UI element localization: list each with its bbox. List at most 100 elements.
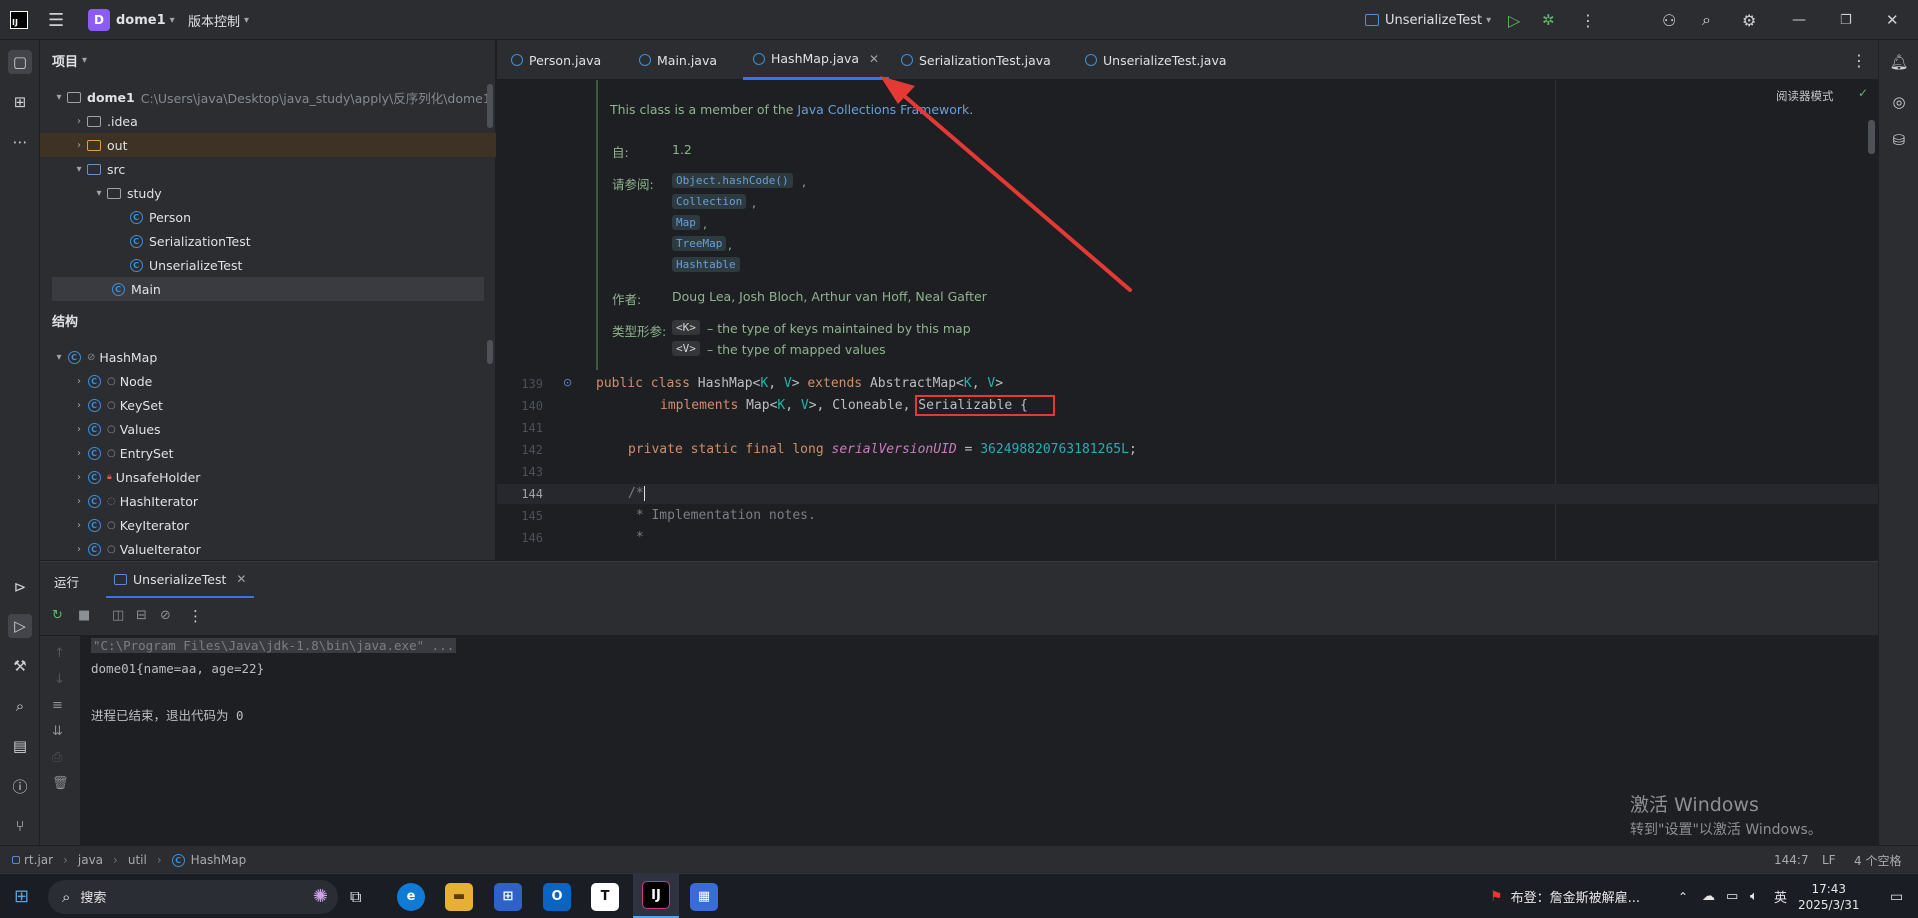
reader-mode-toggle[interactable]: 阅读器模式 [1776,88,1834,104]
breadcrumb-item[interactable]: rt.jar [24,853,53,867]
outlook-icon[interactable]: O [543,882,571,911]
tab-hashmap[interactable]: HashMap.java ✕ [743,40,890,80]
structure-item-entryset[interactable]: › C ○ EntrySet [42,441,492,465]
chevron-up-icon[interactable]: ⌃ [1678,874,1688,918]
minimize-icon[interactable]: — [1792,0,1806,40]
tab-main[interactable]: Main.java [639,40,717,80]
more-horizontal-icon[interactable]: ⋯ [8,130,32,154]
structure-scrollbar[interactable] [487,340,493,364]
code-line-146[interactable]: * [628,530,644,545]
tab-person[interactable]: Person.java [511,40,601,80]
calculator-icon[interactable]: ▦ [690,882,718,911]
ime-indicator[interactable]: 英 [1774,874,1787,918]
network-icon[interactable]: ☁︎ [1702,874,1715,918]
caret-position[interactable]: 144:7 [1774,846,1809,874]
add-user-icon[interactable]: ⚇ [1662,0,1676,40]
restore-layout-icon[interactable]: ⊟ [136,608,147,623]
doc-link[interactable]: Java Collections Framework [797,102,969,117]
project-panel-header[interactable]: 项目 ▾ [52,48,87,72]
gear-icon[interactable]: ⚙ [1742,0,1756,40]
services-icon[interactable]: ⊳ [8,575,32,599]
tab-unserializetest[interactable]: UnserializeTest.java [1085,40,1227,80]
pin-icon[interactable]: ⊘ [160,608,171,623]
edge-icon[interactable]: e [397,882,425,911]
project-switcher[interactable]: D dome1 ▾ [88,0,175,40]
structure-tool-icon[interactable]: ⊞ [8,90,32,114]
close-icon[interactable]: ✕ [1886,0,1899,40]
file-explorer-icon[interactable]: ▬ [445,882,473,911]
git-icon[interactable]: ⑂ [8,814,32,838]
build-icon[interactable]: ⚒ [8,654,32,678]
tree-item-idea[interactable]: › .idea [42,109,492,133]
doc-ref-chip[interactable]: TreeMap [672,236,727,251]
search-icon[interactable]: ⌕ [1702,0,1711,40]
notification-center-icon[interactable]: ▭ [1890,874,1903,918]
tree-item-out[interactable]: › out [40,133,496,157]
display-icon[interactable]: ▭ [1726,874,1738,918]
run-tool-icon[interactable]: ▷ [8,614,32,638]
problems-icon[interactable]: ⓘ [8,774,32,798]
structure-item-node[interactable]: › C ○ Node [42,369,492,393]
news-widget[interactable]: ⚑ 布登：詹金斯被解雇... [1490,874,1640,918]
windows-start-icon[interactable]: ⊞ [14,874,29,918]
project-scrollbar[interactable] [487,84,493,128]
tree-item-src[interactable]: ▾ src [42,157,492,181]
code-line-139[interactable]: public class HashMap<K, V> extends Abstr… [596,376,1003,391]
indent-setting[interactable]: 4 个空格 [1854,846,1901,874]
soft-wrap-icon[interactable]: ≡ [52,698,63,713]
search-icon[interactable]: ⌕ [8,694,32,718]
clock[interactable]: 17:43 2025/3/31 [1798,874,1860,918]
arrow-up-icon[interactable]: ↑ [54,646,65,661]
doc-ref-chip[interactable]: Collection [672,194,747,209]
structure-item-valueiterator[interactable]: › C ○ ValueIterator [42,537,492,561]
terminal-icon[interactable]: ▤ [8,734,32,758]
vcs-menu[interactable]: 版本控制 ▾ [188,0,249,40]
structure-item-hashmap[interactable]: ▾ C ⊘ HashMap [42,345,492,369]
arrow-down-icon[interactable]: ↓ [54,672,65,687]
run-config-selector[interactable]: UnserializeTest ▾ [1365,0,1491,40]
tab-options-icon[interactable]: ⋮ [1851,40,1867,80]
scroll-to-end-icon[interactable]: ⇊ [52,724,63,739]
code-line-144[interactable]: /* [628,486,645,501]
ai-assistant-icon[interactable]: ◎ [1887,90,1911,114]
implementations-gutter-icon[interactable]: ⊙ [563,376,572,389]
more-vertical-icon[interactable]: ⋮ [1580,0,1596,40]
structure-item-keyiterator[interactable]: › C ○ KeyIterator [42,513,492,537]
main-menu-icon[interactable]: ☰ [48,0,64,40]
tree-item-root[interactable]: ▾ dome1 C:\Users\java\Desktop\java_study… [42,85,492,109]
code-line-142[interactable]: private static final long serialVersionU… [628,442,1137,457]
trash-icon[interactable]: 🗑︎ [52,776,69,791]
structure-item-values[interactable]: › C ○ Values [42,417,492,441]
tree-item-person[interactable]: C Person [42,205,492,229]
breadcrumb-item[interactable]: util [128,853,147,867]
breadcrumb-item[interactable]: HashMap [191,853,247,867]
notifications-icon[interactable]: 🔔︎ [1887,50,1911,74]
code-line-145[interactable]: * Implementation notes. [628,508,816,523]
close-tab-icon[interactable]: ✕ [236,572,246,586]
app-logo-icon[interactable]: IJ [10,0,28,40]
intellij-taskbar-item[interactable]: IJ [633,874,679,918]
typora-icon[interactable]: T [591,882,619,911]
doc-ref-chip[interactable]: Hashtable [672,257,740,272]
structure-item-hashiterator[interactable]: › C ◌ HashIterator [42,489,492,513]
tree-item-study[interactable]: ▾ study [42,181,492,205]
breadcrumb-item[interactable]: java [78,853,103,867]
store-icon[interactable]: ⊞ [494,882,522,911]
tree-item-serializationtest[interactable]: C SerializationTest [42,229,492,253]
tab-serializationtest[interactable]: SerializationTest.java [901,40,1051,80]
project-tool-icon[interactable]: ▢ [8,50,32,74]
stop-icon[interactable]: ■ [78,608,90,623]
run-icon[interactable]: ▷ [1508,0,1520,40]
rerun-icon[interactable]: ↻ [52,608,63,623]
close-tab-icon[interactable]: ✕ [869,52,879,66]
task-view-icon[interactable]: ⧉ [350,874,361,918]
structure-item-keyset[interactable]: › C ○ KeySet [42,393,492,417]
more-vertical-icon[interactable]: ⋮ [188,607,203,625]
volume-icon[interactable]: 🔈︎ [1750,874,1758,918]
print-icon[interactable]: ⎙ [52,750,62,765]
run-tab[interactable]: UnserializeTest ✕ [106,562,255,598]
line-separator[interactable]: LF [1822,846,1836,874]
doc-ref-chip[interactable]: Map [672,215,700,230]
restore-icon[interactable]: ❐ [1840,0,1852,40]
structure-item-unsafeholder[interactable]: › C 🔒︎ UnsafeHolder [42,465,492,489]
